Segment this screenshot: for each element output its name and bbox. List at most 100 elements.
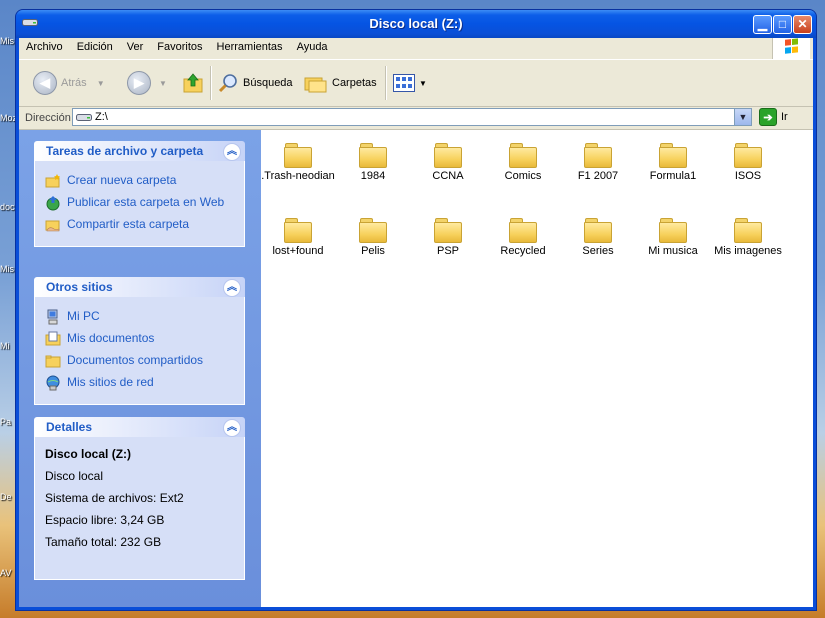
back-button[interactable]: ◀ Atrás ▼ [33, 68, 105, 98]
folder-label: 1984 [360, 170, 386, 182]
address-input[interactable]: Z:\ ▼ [72, 108, 752, 126]
menu-ayuda[interactable]: Ayuda [290, 38, 335, 56]
task-label: Publicar esta carpeta en Web [67, 195, 225, 209]
folder-item[interactable]: Formula1 [636, 142, 710, 183]
folder-item[interactable]: lost+found [261, 217, 335, 258]
forward-dropdown-icon[interactable]: ▼ [159, 79, 167, 88]
explorer-window: Disco local (Z:) ▁ □ ✕ Archivo Edición Ver… [16, 10, 816, 610]
task-new-folder[interactable]: Crear nueva carpeta [45, 172, 234, 189]
folder-item[interactable]: CCNA [411, 142, 485, 183]
place-my-documents[interactable]: Mis documentos [45, 330, 234, 347]
window-body: Archivo Edición Ver Favoritos Herramientas Ay… [19, 38, 813, 607]
panel-header[interactable]: Tareas de archivo y carpeta ︽ [34, 141, 245, 161]
up-folder-button[interactable] [182, 68, 204, 98]
task-label: Compartir esta carpeta [67, 217, 190, 231]
details-panel: Detalles ︽ Disco local (Z:) Disco local … [34, 417, 245, 580]
search-label: Búsqueda [243, 77, 293, 89]
menu-herramientas[interactable]: Herramientas [210, 38, 290, 56]
search-icon [218, 74, 237, 93]
folder-item[interactable]: .Trash-neodian [261, 142, 335, 183]
window-title: Disco local (Z:) [369, 16, 463, 31]
folder-icon [584, 217, 612, 243]
collapse-chevron-icon[interactable]: ︽ [223, 143, 241, 161]
panel-header[interactable]: Otros sitios ︽ [34, 277, 245, 297]
folder-icon [659, 217, 687, 243]
task-pane: Tareas de archivo y carpeta ︽ Crear nuev… [19, 130, 261, 607]
folder-item[interactable]: Mi musica [636, 217, 710, 258]
place-my-computer[interactable]: Mi PC [45, 308, 234, 325]
details-filesystem: Sistema de archivos: Ext2 [45, 491, 184, 505]
place-network[interactable]: Mis sitios de red [45, 374, 234, 391]
folders-button[interactable]: Carpetas [304, 68, 377, 98]
folder-item[interactable]: Mis imagenes [711, 217, 785, 258]
task-publish-web[interactable]: Publicar esta carpeta en Web [45, 194, 234, 211]
folder-icon [284, 142, 312, 168]
panel-title: Detalles [46, 420, 93, 434]
close-button[interactable]: ✕ [793, 15, 812, 34]
address-value: Z:\ [95, 111, 108, 123]
task-share-folder[interactable]: Compartir esta carpeta [45, 216, 234, 233]
folder-label: F1 2007 [577, 170, 619, 182]
folder-icon [284, 217, 312, 243]
place-shared-documents[interactable]: Documentos compartidos [45, 352, 234, 369]
go-arrow-icon: ➔ [759, 108, 777, 126]
collapse-chevron-icon[interactable]: ︽ [223, 419, 241, 437]
folder-item[interactable]: Series [561, 217, 635, 258]
address-dropdown-icon[interactable]: ▼ [734, 109, 751, 125]
folder-label: CCNA [432, 170, 464, 182]
address-bar: Dirección Z:\ ▼ ➔ Ir [19, 107, 813, 130]
panel-body: Mi PC Mis documentos Documentos comparti… [34, 297, 245, 405]
folder-item[interactable]: Pelis [336, 217, 410, 258]
panel-title: Otros sitios [46, 280, 113, 294]
folder-icon [734, 217, 762, 243]
panel-header[interactable]: Detalles ︽ [34, 417, 245, 437]
folder-item[interactable]: PSP [411, 217, 485, 258]
folder-item[interactable]: ISOS [711, 142, 785, 183]
panel-body: Crear nueva carpeta Publicar esta carpet… [34, 161, 245, 247]
my-documents-icon [45, 331, 61, 346]
menu-ver[interactable]: Ver [120, 38, 151, 56]
folder-label: Formula1 [649, 170, 697, 182]
shared-folder-icon [45, 355, 61, 368]
windows-logo-icon [772, 38, 810, 59]
folder-item[interactable]: Comics [486, 142, 560, 183]
menu-edicion[interactable]: Edición [70, 38, 120, 56]
collapse-chevron-icon[interactable]: ︽ [223, 279, 241, 297]
place-label: Mi PC [67, 309, 100, 323]
publish-web-icon [46, 196, 60, 211]
address-label: Dirección [25, 112, 71, 124]
maximize-button[interactable]: □ [773, 15, 792, 34]
folder-item[interactable]: Recycled [486, 217, 560, 258]
title-bar[interactable]: Disco local (Z:) ▁ □ ✕ [16, 10, 816, 38]
share-folder-icon [45, 220, 60, 232]
details-free-space: Espacio libre: 3,24 GB [45, 513, 165, 527]
folder-icon [359, 217, 387, 243]
back-label: Atrás [61, 77, 87, 89]
folder-item[interactable]: 1984 [336, 142, 410, 183]
place-label: Mis sitios de red [67, 375, 154, 389]
file-tasks-panel: Tareas de archivo y carpeta ︽ Crear nuev… [34, 141, 245, 247]
toolbar: ◀ Atrás ▼ ▶ ▼ Búsqueda Carpetas ▼ [19, 60, 813, 107]
place-label: Mis documentos [67, 331, 155, 345]
task-label: Crear nueva carpeta [67, 173, 177, 187]
back-arrow-icon: ◀ [33, 71, 57, 95]
views-dropdown-icon: ▼ [419, 78, 427, 88]
my-computer-icon [47, 309, 58, 325]
folder-icon [734, 142, 762, 168]
content-area: Tareas de archivo y carpeta ︽ Crear nuev… [19, 130, 813, 607]
views-button[interactable]: ▼ [393, 68, 427, 98]
search-button[interactable]: Búsqueda [217, 68, 293, 98]
menu-favoritos[interactable]: Favoritos [150, 38, 209, 56]
folders-icon [304, 77, 327, 93]
folder-label: lost+found [272, 245, 324, 257]
folder-label: Pelis [361, 245, 385, 257]
menu-archivo[interactable]: Archivo [19, 38, 70, 56]
back-dropdown-icon[interactable]: ▼ [97, 79, 105, 88]
menu-bar: Archivo Edición Ver Favoritos Herramientas Ay… [19, 38, 813, 60]
forward-button[interactable]: ▶ ▼ [127, 68, 167, 98]
folder-label: Comics [504, 170, 542, 182]
minimize-button[interactable]: ▁ [753, 15, 772, 34]
go-button[interactable]: ➔ Ir [759, 108, 788, 126]
drive-icon [76, 114, 92, 121]
folder-item[interactable]: F1 2007 [561, 142, 635, 183]
